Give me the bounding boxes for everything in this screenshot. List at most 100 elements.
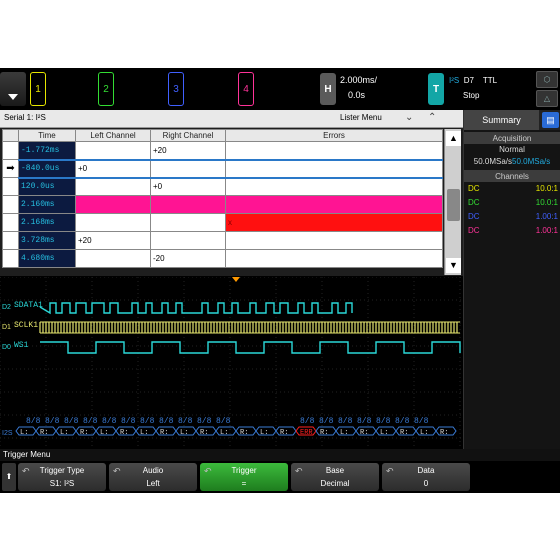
bus-label: I2S	[2, 430, 13, 437]
channel-4-button[interactable]: 4	[238, 72, 254, 106]
channels-title: Channels	[464, 170, 560, 182]
marker-column-header	[2, 129, 19, 142]
decode-label: L:	[380, 429, 388, 437]
decode-label: R:	[320, 429, 328, 437]
lister-menu-button[interactable]: Lister Menu	[340, 113, 382, 122]
top-right-controls: ⬡ △	[536, 71, 558, 107]
word-size-label: 8/8	[178, 417, 193, 426]
decode-label: R:	[160, 429, 168, 437]
lister-row[interactable]: 2.160ms	[2, 195, 443, 214]
trigger-key: T	[432, 83, 440, 95]
word-size-label: 8/8	[159, 417, 174, 426]
decode-label: R:	[240, 429, 248, 437]
softkey-audio[interactable]: ↶ Audio Left	[109, 463, 197, 491]
lister-row[interactable]: ➡ -840.0us +0	[2, 158, 443, 179]
scroll-up-icon[interactable]: ▲	[446, 131, 461, 146]
column-header-errors[interactable]: Errors	[225, 129, 443, 142]
channel-2-label: 2	[103, 83, 109, 95]
sample-rate: 50.0MSa/s50.0MSa/s	[464, 156, 560, 168]
time-scale: 2.000ms/	[340, 75, 378, 85]
entry-knob-icon: ↶	[22, 466, 30, 476]
softkey-title: Audio	[142, 466, 164, 475]
acquisition-mode: Normal	[499, 145, 525, 154]
lister-row[interactable]: 4.680ms -20	[2, 249, 443, 268]
lister-row[interactable]: 3.728ms +20	[2, 231, 443, 250]
channel-name-label: WS1	[14, 341, 29, 350]
row-time: -1.772ms	[18, 141, 76, 160]
channel-name-label: SCLK1	[14, 321, 38, 330]
column-header-right[interactable]: Right Channel	[150, 129, 226, 142]
sclk-trace	[39, 322, 458, 333]
column-header-time[interactable]: Time	[18, 129, 76, 142]
trigger-level: TTL	[482, 76, 498, 85]
sample-rate-right: 50.0MSa/s	[512, 157, 551, 166]
lister-row[interactable]: -1.772ms +20	[2, 141, 443, 160]
row-errors	[225, 195, 443, 214]
sample-rate-left: 50.0MSa/s	[473, 157, 512, 166]
chevron-down-icon	[8, 94, 18, 100]
channel-summary-row: DC 1.00:1	[464, 210, 560, 224]
lister-window: Serial 1: I²S Lister Menu ⌄ ⌃ Time Left …	[0, 110, 463, 276]
row-right-channel: +0	[150, 177, 226, 196]
channel-3-label: 3	[173, 83, 179, 95]
lister-scrollbar[interactable]: ▲ ▼	[444, 129, 461, 275]
word-size-label: 8/8	[121, 417, 136, 426]
decode-label: ERR	[300, 429, 313, 437]
decode-label: L:	[140, 429, 148, 437]
softkey-trigger[interactable]: ↶ Trigger =	[200, 463, 288, 491]
side-panel: Summary ▤ Acquisition Normal 50.0MSa/s50…	[463, 110, 560, 459]
channel-1-button[interactable]: 1	[30, 72, 46, 106]
decode-label: L:	[260, 429, 268, 437]
row-marker-icon	[2, 141, 19, 160]
scroll-thumb[interactable]	[447, 189, 460, 221]
scroll-down-icon[interactable]: ▼	[446, 258, 461, 273]
softkey-base[interactable]: ↶ Base Decimal	[291, 463, 379, 491]
ws-trace	[40, 341, 461, 354]
column-header-left[interactable]: Left Channel	[75, 129, 151, 142]
main-menu-button[interactable]	[0, 72, 26, 106]
collapse-icon[interactable]: ⌄	[405, 112, 413, 123]
trigger-readout: I²S D7 TTL Stop	[449, 73, 497, 103]
word-size-label: 8/8	[45, 417, 60, 426]
word-size-label: 8/8	[140, 417, 155, 426]
top-bar: 1 2 3 4 H 2.000ms/ 0.0s T I²S D7 TTL Sto…	[0, 68, 560, 110]
decode-label: L:	[100, 429, 108, 437]
document-icon[interactable]: ▤	[542, 112, 559, 128]
warning-icon[interactable]: △	[536, 90, 558, 107]
row-marker-icon: ➡	[2, 159, 19, 178]
channel-probe-ratio: 1.00:1	[535, 226, 558, 235]
softkey-value: Decimal	[320, 479, 350, 488]
decode-label: L:	[220, 429, 228, 437]
channel-2-button[interactable]: 2	[98, 72, 114, 106]
row-time: 3.728ms	[18, 231, 76, 250]
lister-row[interactable]: 120.0us +0	[2, 177, 443, 196]
softkey-data[interactable]: ↶ Data 0	[382, 463, 470, 491]
side-panel-tabs: Summary ▤	[464, 110, 560, 130]
softkey-trigger-type[interactable]: ↶ Trigger Type S1: I²S	[18, 463, 106, 491]
menu-title: Trigger Menu	[0, 449, 560, 461]
word-size-label: 8/8	[395, 417, 410, 426]
row-right-channel: +20	[150, 141, 226, 160]
softkey-title: Trigger Type	[39, 466, 85, 475]
row-time: 2.168ms	[18, 213, 76, 232]
horizontal-button[interactable]: H	[320, 73, 336, 105]
decode-label: R:	[200, 429, 208, 437]
lister-row[interactable]: 2.168ms x	[2, 213, 443, 232]
row-time: 4.680ms	[18, 249, 76, 268]
trigger-button[interactable]: T	[428, 73, 444, 105]
waveform-display[interactable]: D2 SDATA1 D1 SCLK1 D0 WS1 8/8 8/8 8/8 8/8 8/8 8/8 8/…	[0, 277, 463, 459]
channel-3-button[interactable]: 3	[168, 72, 184, 106]
channel-summary-list: DC 10.0:1 DC 10.0:1 DC 1.00:1 DC 1.00:1	[464, 182, 560, 238]
lister-table: Time Left Channel Right Channel Errors -…	[2, 129, 443, 268]
row-left-channel	[75, 177, 151, 196]
row-right-channel	[150, 158, 226, 179]
channel-1-label: 1	[35, 83, 41, 95]
network-icon[interactable]: ⬡	[536, 71, 558, 88]
decode-label: R:	[280, 429, 288, 437]
expand-icon[interactable]: ⌃	[428, 112, 436, 123]
entry-knob-icon: ↶	[386, 466, 394, 476]
row-errors	[225, 231, 443, 250]
tab-summary[interactable]: Summary	[464, 110, 539, 130]
row-left-channel	[75, 141, 151, 160]
back-button[interactable]: ⬆	[2, 463, 16, 491]
